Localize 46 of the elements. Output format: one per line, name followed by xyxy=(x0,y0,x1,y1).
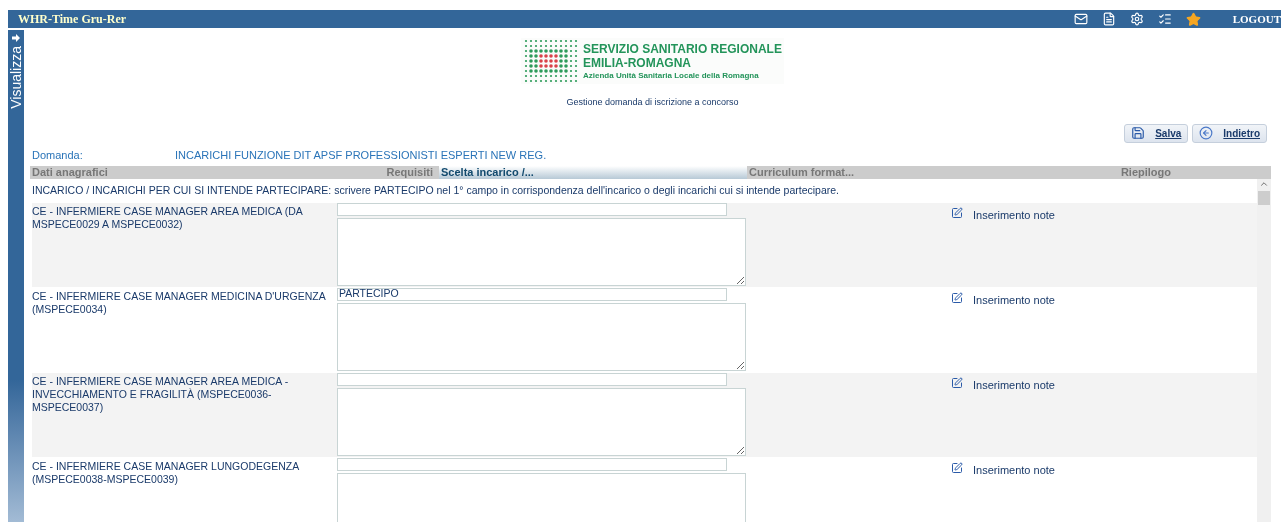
text-area[interactable] xyxy=(337,387,746,456)
edit-note-icon[interactable] xyxy=(951,376,963,389)
star-icon[interactable] xyxy=(1185,11,1201,27)
domanda-value: INCARICHI FUNZIONE DIT APSF PROFESSIONISTI ESPERTI NEW REG. xyxy=(175,147,547,163)
input-field[interactable] xyxy=(337,202,727,216)
checklist-icon[interactable] xyxy=(1157,12,1172,26)
note-link[interactable]: Inserimento note xyxy=(973,461,1055,479)
save-icon xyxy=(1131,126,1146,140)
sidebar-label: Visualizza xyxy=(9,46,23,109)
text-area[interactable] xyxy=(337,217,746,286)
page-subtitle: Gestione domanda di iscrizione a concorso xyxy=(566,96,739,109)
input-field[interactable] xyxy=(337,372,727,386)
text-area[interactable] xyxy=(337,472,746,522)
arrow-right-icon xyxy=(12,34,20,42)
row-label: CE - INFERMIERE CASE MANAGER AREA MEDICA (DA MSPECE0029 A MSPECE0032) xyxy=(32,203,304,232)
edit-note-icon[interactable] xyxy=(951,461,963,474)
scrollbar[interactable] xyxy=(1257,179,1271,522)
settings-icon[interactable] xyxy=(1129,12,1144,26)
logo-title: SERVIZIO SANITARIO REGIONALE xyxy=(583,41,782,56)
instruction-text: INCARICO / INCARICHI PER CUI SI INTENDE PARTECIPARE: scrivere PARTECIPO nel 1° campo in corrispondenza dell'incarico o degli incarichi cui si intende partecipare. xyxy=(32,183,840,198)
app-title: WHR-Time Gru-Rer xyxy=(18,11,127,28)
scroll-up-icon[interactable] xyxy=(1259,179,1269,189)
note-link[interactable]: Inserimento note xyxy=(973,376,1055,394)
logo-dots-icon xyxy=(523,38,580,84)
row-label: CE - INFERMIERE CASE MANAGER MEDICINA D'URGENZA (MSPECE0034) xyxy=(32,288,327,317)
logo-subtitle: Azienda Unità Sanitaria Locale della Romagna xyxy=(583,69,760,81)
mail-icon[interactable] xyxy=(1073,12,1088,26)
logout-link[interactable]: LOGOUT xyxy=(1232,10,1281,28)
text-area[interactable] xyxy=(337,302,746,371)
sidebar-tab[interactable]: Visualizza xyxy=(8,30,24,522)
save-button[interactable]: Salva xyxy=(1124,123,1189,143)
row-label: CE - INFERMIERE CASE MANAGER AREA MEDICA - INVECCHIAMENTO E FRAGILITÀ (MSPECE0036-MSPECE0037) xyxy=(32,373,290,415)
input-field[interactable]: PARTECIPO xyxy=(337,287,727,301)
arrow-left-icon xyxy=(1199,126,1214,140)
document-icon[interactable] xyxy=(1101,12,1116,26)
input-field[interactable] xyxy=(337,457,727,471)
edit-note-icon[interactable] xyxy=(951,206,963,219)
back-button[interactable]: Indietro xyxy=(1192,123,1267,143)
tab[interactable]: Scelta incarico /... xyxy=(439,166,747,179)
row-label: CE - INFERMIERE CASE MANAGER LUNGODEGENZA (MSPECE0038-MSPECE0039) xyxy=(32,458,300,487)
scrollbar-thumb[interactable] xyxy=(1258,191,1270,205)
logo-region: EMILIA-ROMAGNA xyxy=(583,55,693,70)
domanda-label: Domanda: xyxy=(32,147,84,163)
edit-note-icon[interactable] xyxy=(951,291,963,304)
note-link[interactable]: Inserimento note xyxy=(973,206,1055,224)
note-link[interactable]: Inserimento note xyxy=(973,291,1055,309)
